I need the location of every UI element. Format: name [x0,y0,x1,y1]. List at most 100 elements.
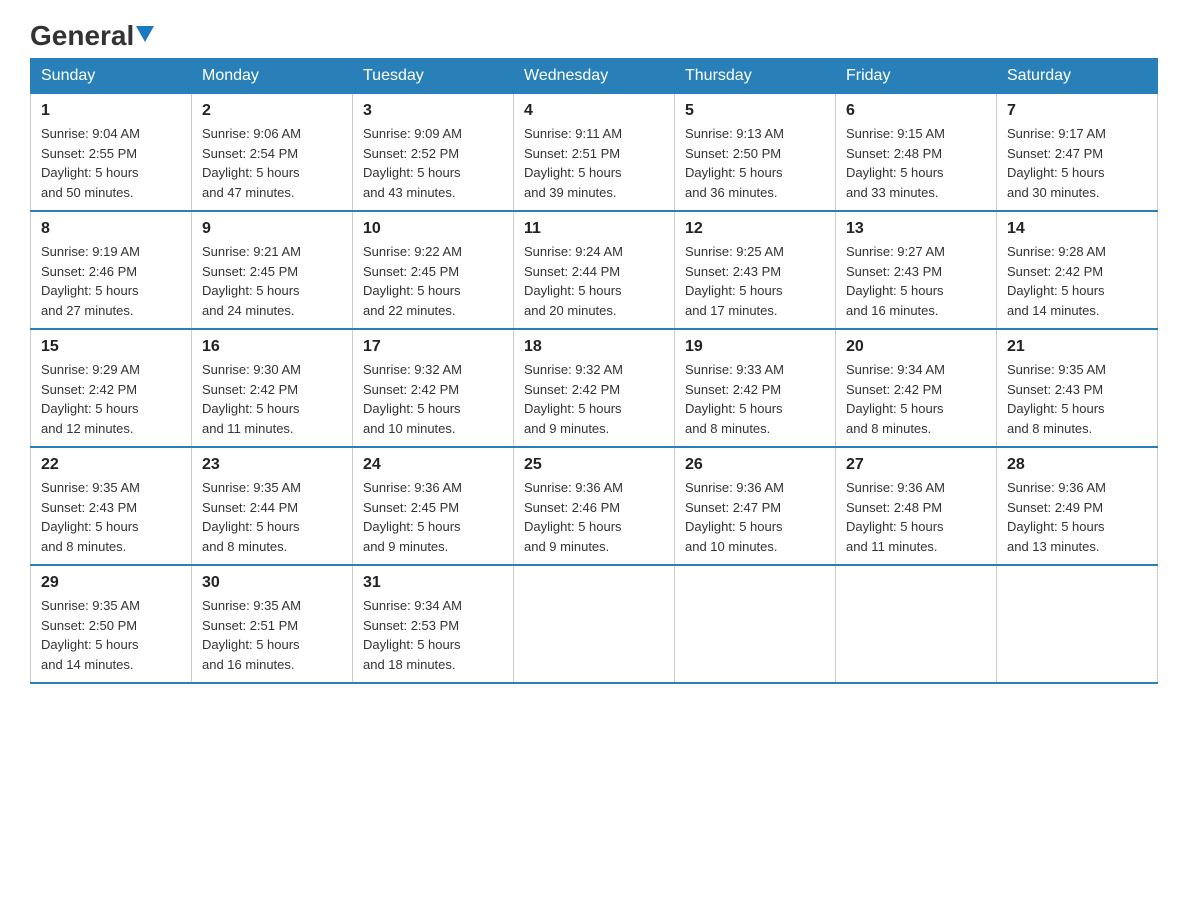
day-number: 30 [202,574,342,592]
day-info: Sunrise: 9:35 AMSunset: 2:51 PMDaylight:… [202,596,342,674]
day-number: 8 [41,220,181,238]
calendar-cell: 25 Sunrise: 9:36 AMSunset: 2:46 PMDaylig… [514,447,675,565]
day-number: 7 [1007,102,1147,120]
day-number: 18 [524,338,664,356]
calendar-cell: 2 Sunrise: 9:06 AMSunset: 2:54 PMDayligh… [192,94,353,212]
logo-general-text: General [30,20,134,52]
day-number: 21 [1007,338,1147,356]
day-number: 19 [685,338,825,356]
day-info: Sunrise: 9:19 AMSunset: 2:46 PMDaylight:… [41,242,181,320]
weekday-header-saturday: Saturday [997,59,1158,94]
weekday-header-tuesday: Tuesday [353,59,514,94]
day-number: 16 [202,338,342,356]
calendar-cell: 12 Sunrise: 9:25 AMSunset: 2:43 PMDaylig… [675,211,836,329]
calendar-cell: 30 Sunrise: 9:35 AMSunset: 2:51 PMDaylig… [192,565,353,683]
calendar-week-row: 29 Sunrise: 9:35 AMSunset: 2:50 PMDaylig… [31,565,1158,683]
calendar-cell: 21 Sunrise: 9:35 AMSunset: 2:43 PMDaylig… [997,329,1158,447]
day-number: 20 [846,338,986,356]
calendar-cell: 8 Sunrise: 9:19 AMSunset: 2:46 PMDayligh… [31,211,192,329]
calendar-cell: 4 Sunrise: 9:11 AMSunset: 2:51 PMDayligh… [514,94,675,212]
day-number: 10 [363,220,503,238]
day-number: 12 [685,220,825,238]
day-number: 26 [685,456,825,474]
calendar-cell: 7 Sunrise: 9:17 AMSunset: 2:47 PMDayligh… [997,94,1158,212]
calendar-cell: 11 Sunrise: 9:24 AMSunset: 2:44 PMDaylig… [514,211,675,329]
calendar-cell [997,565,1158,683]
calendar-cell: 31 Sunrise: 9:34 AMSunset: 2:53 PMDaylig… [353,565,514,683]
day-info: Sunrise: 9:36 AMSunset: 2:46 PMDaylight:… [524,478,664,556]
day-info: Sunrise: 9:09 AMSunset: 2:52 PMDaylight:… [363,124,503,202]
calendar-cell: 14 Sunrise: 9:28 AMSunset: 2:42 PMDaylig… [997,211,1158,329]
calendar-week-row: 15 Sunrise: 9:29 AMSunset: 2:42 PMDaylig… [31,329,1158,447]
calendar-cell [675,565,836,683]
day-number: 4 [524,102,664,120]
calendar-cell: 1 Sunrise: 9:04 AMSunset: 2:55 PMDayligh… [31,94,192,212]
day-info: Sunrise: 9:04 AMSunset: 2:55 PMDaylight:… [41,124,181,202]
weekday-header-thursday: Thursday [675,59,836,94]
day-info: Sunrise: 9:21 AMSunset: 2:45 PMDaylight:… [202,242,342,320]
day-number: 17 [363,338,503,356]
day-number: 31 [363,574,503,592]
day-info: Sunrise: 9:35 AMSunset: 2:43 PMDaylight:… [1007,360,1147,438]
day-info: Sunrise: 9:32 AMSunset: 2:42 PMDaylight:… [363,360,503,438]
day-number: 28 [1007,456,1147,474]
day-info: Sunrise: 9:36 AMSunset: 2:48 PMDaylight:… [846,478,986,556]
calendar-cell: 29 Sunrise: 9:35 AMSunset: 2:50 PMDaylig… [31,565,192,683]
day-info: Sunrise: 9:33 AMSunset: 2:42 PMDaylight:… [685,360,825,438]
day-info: Sunrise: 9:35 AMSunset: 2:43 PMDaylight:… [41,478,181,556]
day-info: Sunrise: 9:30 AMSunset: 2:42 PMDaylight:… [202,360,342,438]
day-info: Sunrise: 9:29 AMSunset: 2:42 PMDaylight:… [41,360,181,438]
day-info: Sunrise: 9:13 AMSunset: 2:50 PMDaylight:… [685,124,825,202]
calendar-table: SundayMondayTuesdayWednesdayThursdayFrid… [30,58,1158,684]
day-info: Sunrise: 9:35 AMSunset: 2:44 PMDaylight:… [202,478,342,556]
day-info: Sunrise: 9:36 AMSunset: 2:47 PMDaylight:… [685,478,825,556]
calendar-cell: 13 Sunrise: 9:27 AMSunset: 2:43 PMDaylig… [836,211,997,329]
calendar-cell [514,565,675,683]
day-info: Sunrise: 9:11 AMSunset: 2:51 PMDaylight:… [524,124,664,202]
calendar-cell: 3 Sunrise: 9:09 AMSunset: 2:52 PMDayligh… [353,94,514,212]
page-header: General [30,20,1158,48]
calendar-cell: 15 Sunrise: 9:29 AMSunset: 2:42 PMDaylig… [31,329,192,447]
day-number: 24 [363,456,503,474]
calendar-cell: 10 Sunrise: 9:22 AMSunset: 2:45 PMDaylig… [353,211,514,329]
day-number: 3 [363,102,503,120]
calendar-cell: 26 Sunrise: 9:36 AMSunset: 2:47 PMDaylig… [675,447,836,565]
day-number: 15 [41,338,181,356]
day-number: 29 [41,574,181,592]
day-number: 27 [846,456,986,474]
calendar-cell: 17 Sunrise: 9:32 AMSunset: 2:42 PMDaylig… [353,329,514,447]
calendar-week-row: 8 Sunrise: 9:19 AMSunset: 2:46 PMDayligh… [31,211,1158,329]
day-number: 9 [202,220,342,238]
day-info: Sunrise: 9:28 AMSunset: 2:42 PMDaylight:… [1007,242,1147,320]
calendar-cell: 5 Sunrise: 9:13 AMSunset: 2:50 PMDayligh… [675,94,836,212]
calendar-week-row: 1 Sunrise: 9:04 AMSunset: 2:55 PMDayligh… [31,94,1158,212]
calendar-cell: 6 Sunrise: 9:15 AMSunset: 2:48 PMDayligh… [836,94,997,212]
day-info: Sunrise: 9:32 AMSunset: 2:42 PMDaylight:… [524,360,664,438]
calendar-cell: 20 Sunrise: 9:34 AMSunset: 2:42 PMDaylig… [836,329,997,447]
day-info: Sunrise: 9:15 AMSunset: 2:48 PMDaylight:… [846,124,986,202]
day-info: Sunrise: 9:06 AMSunset: 2:54 PMDaylight:… [202,124,342,202]
day-info: Sunrise: 9:34 AMSunset: 2:53 PMDaylight:… [363,596,503,674]
calendar-cell [836,565,997,683]
calendar-cell: 18 Sunrise: 9:32 AMSunset: 2:42 PMDaylig… [514,329,675,447]
logo: General [30,20,154,48]
day-info: Sunrise: 9:36 AMSunset: 2:49 PMDaylight:… [1007,478,1147,556]
calendar-week-row: 22 Sunrise: 9:35 AMSunset: 2:43 PMDaylig… [31,447,1158,565]
day-number: 14 [1007,220,1147,238]
day-info: Sunrise: 9:36 AMSunset: 2:45 PMDaylight:… [363,478,503,556]
weekday-header-sunday: Sunday [31,59,192,94]
day-number: 25 [524,456,664,474]
day-number: 2 [202,102,342,120]
day-number: 5 [685,102,825,120]
day-info: Sunrise: 9:22 AMSunset: 2:45 PMDaylight:… [363,242,503,320]
day-info: Sunrise: 9:34 AMSunset: 2:42 PMDaylight:… [846,360,986,438]
calendar-cell: 27 Sunrise: 9:36 AMSunset: 2:48 PMDaylig… [836,447,997,565]
day-number: 13 [846,220,986,238]
day-number: 1 [41,102,181,120]
calendar-cell: 16 Sunrise: 9:30 AMSunset: 2:42 PMDaylig… [192,329,353,447]
day-info: Sunrise: 9:35 AMSunset: 2:50 PMDaylight:… [41,596,181,674]
calendar-cell: 24 Sunrise: 9:36 AMSunset: 2:45 PMDaylig… [353,447,514,565]
calendar-cell: 9 Sunrise: 9:21 AMSunset: 2:45 PMDayligh… [192,211,353,329]
day-info: Sunrise: 9:25 AMSunset: 2:43 PMDaylight:… [685,242,825,320]
day-number: 11 [524,220,664,238]
